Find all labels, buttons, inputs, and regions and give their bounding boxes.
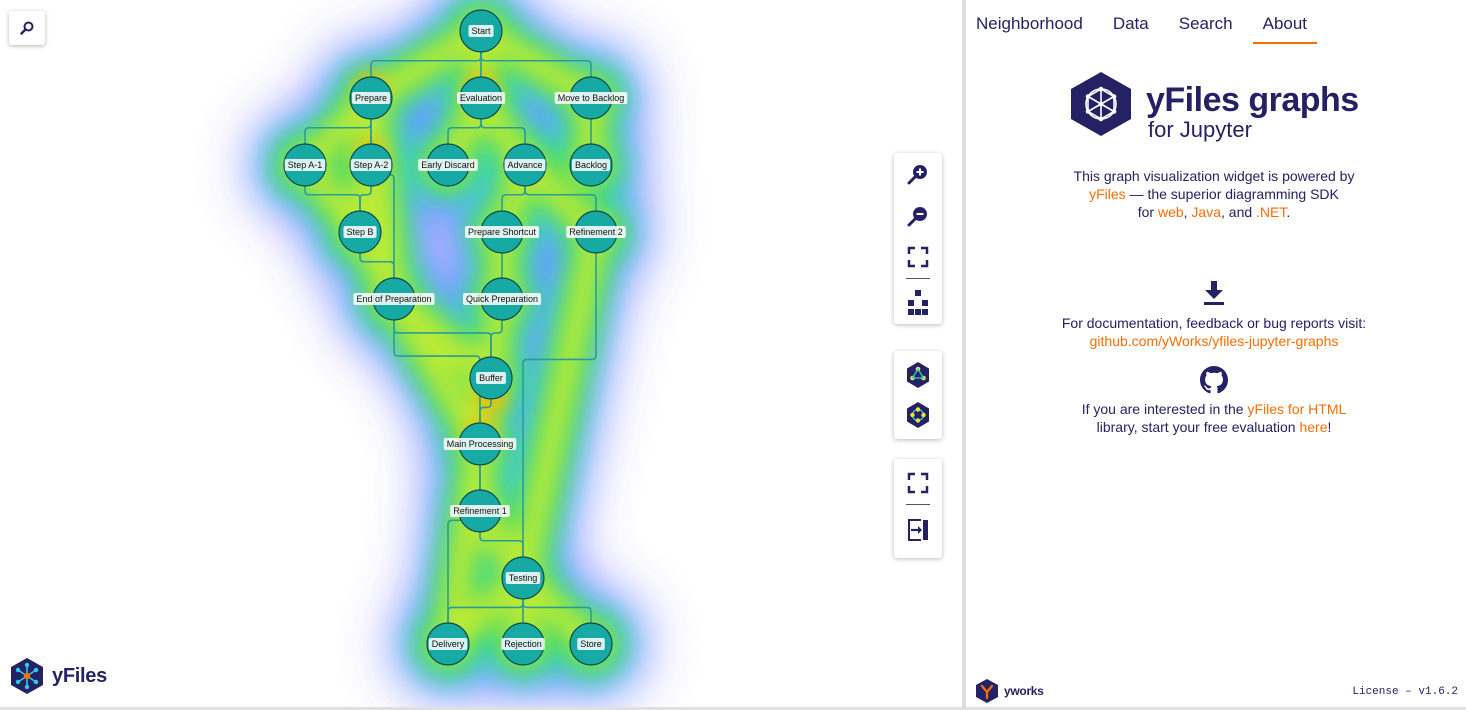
yfiles-logo: yFiles [9,657,107,695]
fit-content-button[interactable] [894,237,942,277]
docs-line: For documentation, feedback or bug repor… [1061,315,1367,331]
node-label: Advance [507,160,542,170]
evaluation-line: library, start your free evaluation [1096,419,1300,435]
node-label: Step B [346,227,373,237]
fit-content-icon [907,246,929,268]
graph-node-delivery[interactable]: Delivery [426,622,470,666]
search-icon [20,21,34,35]
node-label: Prepare [355,93,387,103]
node-label: Start [471,26,491,36]
yfiles-logo-icon [11,658,43,694]
here-link[interactable]: here [1299,419,1327,435]
yworks-logo-text: yworks [1004,684,1044,698]
powered-by-text: This graph visualization widget is power… [966,167,1462,221]
zoom-in-button[interactable] [894,153,942,197]
node-label: Delivery [432,639,465,649]
powered-line-2: yFiles — the superior diagramming SDK [966,185,1462,203]
web-link[interactable]: web [1158,204,1184,220]
node-label: Early Discard [421,160,475,170]
panel-tabs: Neighborhood Data Search About [966,12,1327,44]
yworks-logo[interactable]: yworks [974,678,1044,704]
toggle-panel-button[interactable] [894,506,942,554]
graph-layout-button[interactable] [894,395,942,435]
license-text: License – v1.6.2 [1352,686,1458,698]
graph-layout-icon [907,402,929,428]
brand-title: yFiles graphs [1146,81,1359,119]
node-label: Prepare Shortcut [468,227,537,237]
node-label: Main Processing [447,439,514,449]
node-label: Move to Backlog [558,93,625,103]
tab-search[interactable]: Search [1169,12,1243,42]
zoom-out-button[interactable] [894,197,942,237]
yfiles-link[interactable]: yFiles [1089,186,1126,202]
node-label: Testing [509,573,538,583]
powered-line-1: This graph visualization widget is power… [1073,168,1355,184]
graph-node-step_a1[interactable]: Step A-1 [283,143,327,187]
node-label: Refinement 2 [569,227,623,237]
exclaim-text: ! [1327,419,1332,435]
node-label: Rejection [504,639,542,649]
toolbar-separator [906,504,930,505]
graph-style-button[interactable] [894,355,942,395]
interested-text: If you are interested in the [1081,401,1248,417]
period-text: . [1286,204,1291,220]
node-label: Refinement 1 [453,506,507,516]
node-label: End of Preparation [356,294,431,304]
graph-node-step_a2[interactable]: Step A-2 [349,143,393,187]
graph-node-store[interactable]: Store [569,622,613,666]
tab-about[interactable]: About [1252,12,1318,44]
fullscreen-button[interactable] [894,463,942,503]
fullscreen-icon [907,472,929,494]
layout-button[interactable] [894,280,942,324]
graph-node-advance[interactable]: Advance [503,143,547,187]
toolbar-separator [906,278,930,279]
zoom-toolbar [894,153,942,324]
github-icon [1200,366,1228,399]
view-toolbar [894,459,942,558]
download-icon [1202,280,1226,311]
graph-node-buffer[interactable]: Buffer [469,356,513,400]
graph-node-rejection[interactable]: Rejection [501,622,545,666]
graph-svg[interactable]: Start Prepare Evaluation Move to Backlog Ste… [0,0,962,710]
node-label: Evaluation [460,93,502,103]
net-link[interactable]: .NET [1256,204,1286,220]
yworks-logo-icon [976,679,998,703]
graph-canvas[interactable]: Start Prepare Evaluation Move to Backlog Ste… [0,0,962,710]
graph-node-backlog[interactable]: Backlog [569,143,613,187]
node-label: Buffer [479,373,503,383]
brand-subtitle: for Jupyter [1148,117,1252,142]
graph-node-step_b[interactable]: Step B [338,210,382,254]
brand-logo: yFiles graphs for Jupyter [1068,70,1359,142]
for-text: for [1137,204,1158,220]
yfiles-html-link[interactable]: yFiles for HTML [1247,401,1346,417]
node-label: Backlog [575,160,607,170]
graph-node-start[interactable]: Start [459,9,503,53]
docs-text: For documentation, feedback or bug repor… [966,314,1462,350]
node-label: Step A-1 [288,160,323,170]
style-toolbar [894,351,942,439]
github-link[interactable]: github.com/yWorks/yfiles-jupyter-graphs [1090,333,1339,349]
powered-line-3: for web, Java, and .NET. [966,203,1462,221]
toggle-panel-icon [908,519,928,541]
graph-node-prepare[interactable]: Prepare [349,76,393,120]
tab-neighborhood[interactable]: Neighborhood [966,12,1093,42]
yfiles-graphs-logo-icon [1071,72,1131,136]
zoom-in-icon [907,165,927,185]
graph-style-icon [907,362,929,388]
search-button[interactable] [9,11,45,45]
zoom-out-icon [907,207,927,227]
layout-icon [908,290,928,315]
side-panel: Neighborhood Data Search About yFiles gr… [966,0,1466,710]
graph-node-testing[interactable]: Testing [501,556,545,600]
node-label: Quick Preparation [466,294,538,304]
and-text: , and [1221,204,1257,220]
powered-suffix: — the superior diagramming SDK [1125,186,1339,202]
node-label: Store [580,639,602,649]
node-label: Step A-2 [354,160,389,170]
yfiles-logo-text: yFiles [52,664,107,687]
evaluation-text: If you are interested in the yFiles for … [966,400,1462,436]
tab-data[interactable]: Data [1103,12,1159,42]
java-link[interactable]: Java [1191,204,1221,220]
